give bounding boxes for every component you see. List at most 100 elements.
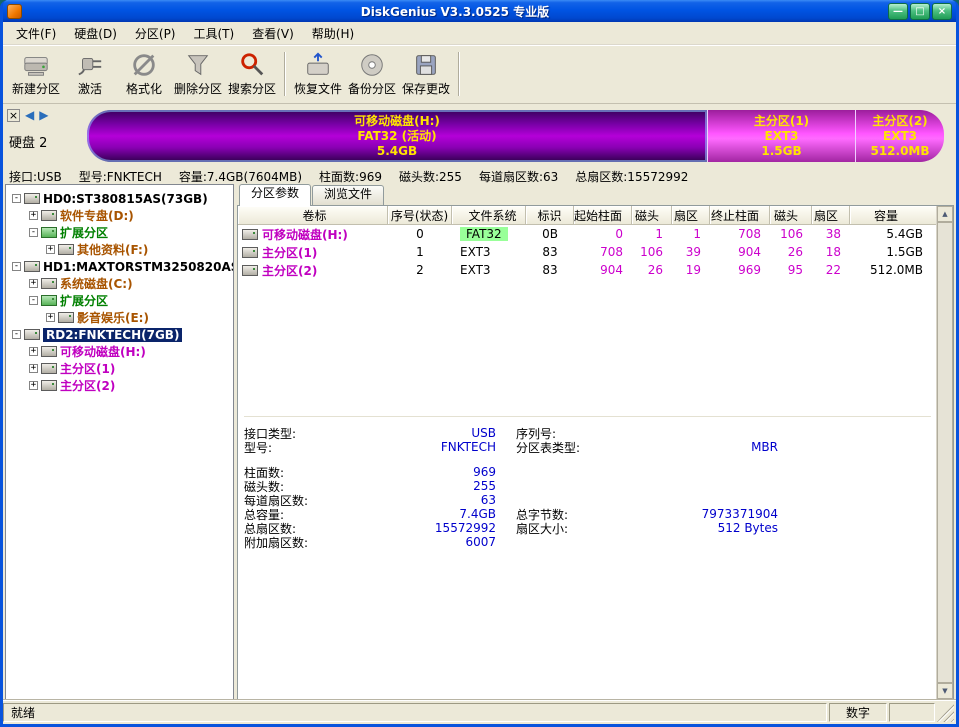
new-partition-button[interactable]: 新建分区: [9, 49, 63, 99]
end-cylinder-cell: 904: [738, 245, 761, 259]
tree-item-label: 主分区(2): [60, 379, 116, 393]
close-disk-view-icon[interactable]: ×: [7, 109, 20, 122]
prev-disk-icon[interactable]: ◀: [25, 109, 34, 122]
column-header[interactable]: 容量: [850, 206, 937, 225]
scrollbar-thumb[interactable]: [937, 222, 953, 683]
activate-button[interactable]: 激活: [63, 49, 117, 99]
tree-item-primary-1[interactable]: + 主分区(1): [6, 360, 233, 377]
recover-files-button[interactable]: 恢复文件: [291, 49, 345, 99]
toolbar: 新建分区 激活 格式化 删除分区 搜索分区 恢复文件 备份分区 保存更改: [3, 45, 956, 104]
volume-icon: [41, 278, 57, 289]
column-header[interactable]: 终止柱面: [710, 206, 770, 225]
scroll-up-icon[interactable]: ▲: [937, 206, 953, 222]
menu-view[interactable]: 查看(V): [243, 22, 303, 45]
expand-icon[interactable]: +: [46, 313, 55, 322]
column-header[interactable]: 磁头: [632, 206, 672, 225]
detail-value: MBR: [751, 440, 778, 454]
disk-details: 接口类型: USB 序列号: 型号: FNKTECH 分区表类型: MBR 柱面…: [244, 416, 931, 550]
tree-item-removable-h[interactable]: + 可移动磁盘(H:): [6, 343, 233, 360]
tab-partition-parameters[interactable]: 分区参数: [239, 184, 312, 206]
flag-cell: 0B: [542, 227, 558, 241]
detail-value: 7973371904: [701, 507, 778, 521]
format-button[interactable]: 格式化: [117, 49, 171, 99]
new-partition-icon: [22, 51, 50, 79]
expand-icon[interactable]: +: [29, 347, 38, 356]
partition-bar-primary-2[interactable]: 主分区(2) EXT3 512.0MB: [855, 110, 944, 162]
tree-item-extended-hd1[interactable]: - 扩展分区: [6, 292, 233, 309]
end-cylinder-cell: 708: [738, 227, 761, 241]
column-header[interactable]: 扇区: [672, 206, 710, 225]
expand-icon[interactable]: +: [29, 279, 38, 288]
app-window: DiskGenius V3.3.0525 专业版 — □ × 文件(F) 硬盘(…: [0, 0, 959, 727]
partition-bar-primary-1[interactable]: 主分区(1) EXT3 1.5GB: [707, 110, 855, 162]
end-head-cell: 106: [780, 227, 803, 241]
next-disk-icon[interactable]: ▶: [39, 109, 48, 122]
partition-fs: FAT32 (活动): [357, 128, 437, 143]
activate-plug-icon: [76, 51, 104, 79]
title-bar: DiskGenius V3.3.0525 专业版 — □ ×: [3, 0, 956, 22]
column-header[interactable]: 磁头: [770, 206, 812, 225]
maximize-button[interactable]: □: [910, 2, 930, 20]
expand-icon[interactable]: +: [46, 245, 55, 254]
column-header[interactable]: 标识: [526, 206, 574, 225]
search-partition-button[interactable]: 搜索分区: [225, 49, 279, 99]
tree-item-volume-e[interactable]: + 影音娱乐(E:): [6, 309, 233, 326]
column-header[interactable]: 卷标: [238, 206, 388, 225]
collapse-icon[interactable]: -: [29, 296, 38, 305]
expand-icon[interactable]: +: [29, 381, 38, 390]
tree-item-volume-c[interactable]: + 系统磁盘(C:): [6, 275, 233, 292]
menu-file[interactable]: 文件(F): [7, 22, 65, 45]
tab-browse-files[interactable]: 浏览文件: [312, 185, 385, 205]
partition-bar-strip: 可移动磁盘(H:) FAT32 (活动) 5.4GB 主分区(1) EXT3 1…: [87, 110, 944, 162]
column-header[interactable]: 文件系统: [452, 206, 526, 225]
save-changes-button[interactable]: 保存更改: [399, 49, 453, 99]
minimize-button[interactable]: —: [888, 2, 908, 20]
tree-item-hd0[interactable]: - HD0:ST380815AS(73GB): [6, 190, 233, 207]
close-button[interactable]: ×: [932, 2, 952, 20]
menu-tools[interactable]: 工具(T): [185, 22, 244, 45]
column-header[interactable]: 扇区: [812, 206, 850, 225]
scroll-down-icon[interactable]: ▼: [937, 683, 953, 699]
removable-disk-icon: [24, 329, 40, 340]
menu-help[interactable]: 帮助(H): [303, 22, 363, 45]
capacity-cell: 512.0MB: [870, 263, 923, 277]
start-sector-cell: 19: [685, 263, 701, 277]
partition-row[interactable]: 可移动磁盘(H:) 0 FAT32 0B 0 1 1 708 106 38 5.…: [238, 225, 937, 243]
partition-row[interactable]: 主分区(2) 2 EXT3 83 904 26 19 969 95 22 512…: [238, 261, 937, 279]
tree-item-label: 系统磁盘(C:): [60, 277, 133, 291]
collapse-icon[interactable]: -: [29, 228, 38, 237]
resize-grip[interactable]: [937, 703, 954, 722]
delete-partition-button[interactable]: 删除分区: [171, 49, 225, 99]
tree-item-label: HD1:MAXTORSTM3250820AS(23: [43, 259, 233, 274]
status-bar: 就绪 数字: [3, 700, 956, 724]
fs-highlight: FAT32: [460, 227, 508, 241]
volume-icon: [41, 380, 57, 391]
tree-item-primary-2[interactable]: + 主分区(2): [6, 377, 233, 394]
tree-item-hd1[interactable]: - HD1:MAXTORSTM3250820AS(23: [6, 258, 233, 275]
partition-bar-removable[interactable]: 可移动磁盘(H:) FAT32 (活动) 5.4GB: [87, 110, 707, 162]
expand-icon[interactable]: +: [29, 364, 38, 373]
hard-disk-icon: [24, 261, 40, 272]
collapse-icon[interactable]: -: [12, 262, 21, 271]
collapse-icon[interactable]: -: [12, 330, 21, 339]
vertical-scrollbar[interactable]: ▲ ▼: [936, 206, 953, 699]
menu-partition[interactable]: 分区(P): [126, 22, 185, 45]
toolbar-label: 激活: [77, 82, 102, 96]
expand-icon[interactable]: +: [29, 211, 38, 220]
tree-item-volume-f[interactable]: + 其他资料(F:): [6, 241, 233, 258]
tree-item-volume-d[interactable]: + 软件专盘(D:): [6, 207, 233, 224]
detail-value: 63: [480, 493, 496, 507]
tree-item-extended-hd0[interactable]: - 扩展分区: [6, 224, 233, 241]
seq-cell: 0: [416, 227, 424, 241]
backup-partition-button[interactable]: 备份分区: [345, 49, 399, 99]
start-cylinder-cell: 708: [600, 245, 623, 259]
collapse-icon[interactable]: -: [12, 194, 21, 203]
menu-disk[interactable]: 硬盘(D): [65, 22, 126, 45]
column-header[interactable]: 起始柱面: [574, 206, 632, 225]
partition-size: 512.0MB: [870, 143, 930, 158]
format-icon: [130, 51, 158, 79]
tree-item-rd2-selected[interactable]: - RD2:FNKTECH(7GB): [6, 326, 233, 343]
column-header[interactable]: 序号(状态): [388, 206, 452, 225]
partition-row[interactable]: 主分区(1) 1 EXT3 83 708 106 39 904 26 18 1.…: [238, 243, 937, 261]
partition-fs: EXT3: [883, 128, 917, 143]
